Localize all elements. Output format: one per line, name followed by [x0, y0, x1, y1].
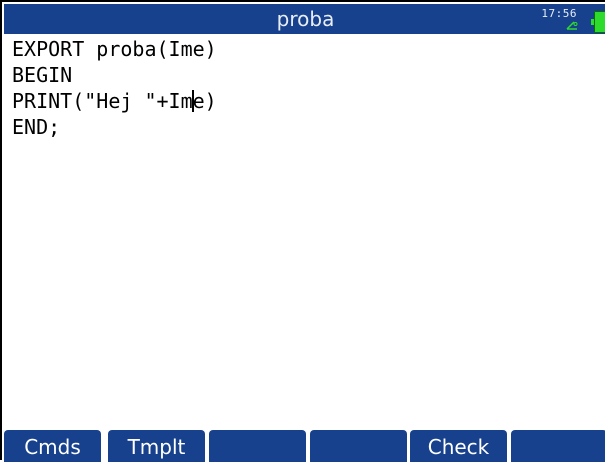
softkey-cmds[interactable]: Cmds	[4, 430, 101, 462]
softkey-check[interactable]: Check	[410, 430, 507, 462]
angle-mode-icon	[566, 21, 578, 30]
program-title: proba	[276, 7, 335, 31]
softkey-tmplt[interactable]: Tmplt	[108, 430, 205, 462]
title-bar: proba 17:56	[4, 4, 605, 34]
code-line[interactable]: EXPORT proba(Ime)	[12, 36, 602, 62]
code-line[interactable]: END;	[12, 114, 602, 140]
clock: 17:56	[541, 7, 577, 20]
code-line[interactable]: BEGIN	[12, 62, 602, 88]
softkey-6[interactable]	[511, 430, 605, 462]
code-line-with-cursor[interactable]: PRINT("Hej "+Ime)	[12, 88, 602, 114]
calculator-screen: proba 17:56 EXPORT proba(Ime) BEGIN PRIN…	[0, 0, 605, 462]
softkey-4[interactable]	[310, 430, 407, 462]
program-editor[interactable]: EXPORT proba(Ime) BEGIN PRINT("Hej "+Ime…	[12, 36, 602, 426]
code-text-after-cursor: e)	[192, 89, 217, 113]
code-text-before-cursor: PRINT("Hej "+Im	[12, 89, 193, 113]
softkey-menu: Cmds Tmplt Check	[4, 430, 605, 462]
battery-icon	[591, 11, 605, 33]
softkey-3[interactable]	[209, 430, 306, 462]
